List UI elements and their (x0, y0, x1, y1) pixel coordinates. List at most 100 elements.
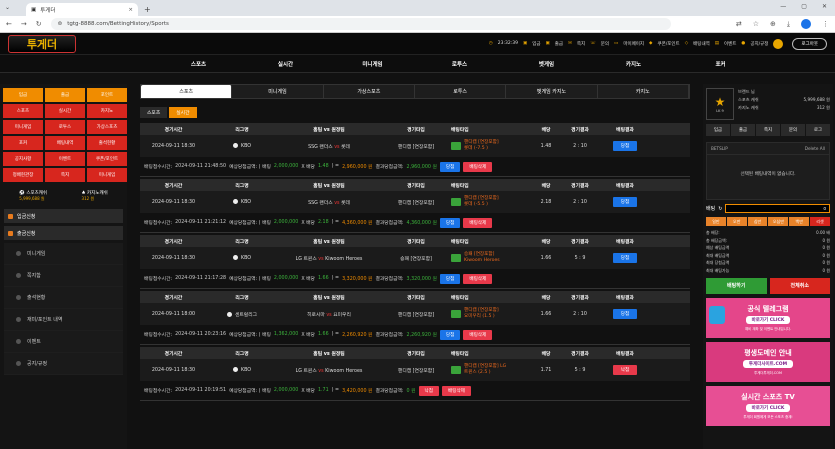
sidebar-item-rules[interactable]: 공지/규정 (4, 353, 123, 375)
downloads-icon[interactable]: ⤓ (787, 20, 790, 29)
withdraw-request-link[interactable]: 출금신청 (4, 226, 123, 240)
chip-10k[interactable]: 일만 (706, 217, 726, 226)
quick-live-button[interactable]: 실시간 (45, 104, 85, 118)
r-log-button[interactable]: 로그 (806, 124, 830, 136)
forward-icon[interactable]: → (21, 20, 27, 28)
quick-message-button[interactable]: 쪽지 (45, 168, 85, 182)
quick-minigame2-button[interactable]: 미니게임 (87, 168, 127, 182)
minimize-icon[interactable]: — (780, 3, 786, 10)
nav-live[interactable]: 실시간 (242, 60, 329, 68)
top-link-coupon[interactable]: 쿠폰/포인트 (657, 41, 679, 47)
summary-label: 최대 배팅가능 (706, 267, 730, 273)
chip-1m[interactable]: 백만 (789, 217, 810, 226)
quick-notice-button[interactable]: 공지사항 (3, 152, 43, 166)
nav-casino[interactable]: 카지노 (590, 60, 677, 68)
top-link-withdraw[interactable]: 출금 (555, 41, 563, 47)
delete-bet-button[interactable]: 배팅삭제 (442, 385, 471, 396)
sidebar-item-attendance[interactable]: 출석현황 (4, 287, 123, 309)
nav-poker[interactable]: 포커 (677, 60, 764, 68)
new-tab-icon[interactable]: + (144, 5, 151, 14)
chip-reset[interactable]: 리셋 (810, 217, 830, 226)
quick-coupon-button[interactable]: 쿠폰/포인트 (87, 152, 127, 166)
logout-button[interactable]: 로그아웃 (792, 37, 827, 50)
bet-score: 2 : 10 (573, 199, 587, 205)
chip-500k[interactable]: 오십만 (768, 217, 789, 226)
tab-sports[interactable]: 스포츠 (141, 85, 233, 98)
refresh-icon[interactable]: ↻ (718, 206, 722, 212)
extensions-icon[interactable]: ⊕ (770, 20, 776, 28)
sidebar-item-points[interactable]: 재미/포인트 내역 (4, 309, 123, 331)
profile-avatar[interactable] (801, 19, 811, 29)
delete-bet-button[interactable]: 배팅삭제 (463, 273, 493, 284)
chip-50k[interactable]: 오만 (726, 217, 747, 226)
window-close-icon[interactable]: ✕ (822, 3, 827, 10)
tab-casino[interactable]: 카지노 (598, 85, 689, 98)
sidebar-item-minigame[interactable]: 미니게임 (4, 243, 123, 265)
ad-domain[interactable]: 평생도메인 안내 투게더사이트.COM 투게더투게더.COM (706, 341, 830, 382)
r-withdraw-button[interactable]: 출금 (731, 124, 755, 136)
subtab-live[interactable]: 실시간 (169, 107, 197, 118)
r-inquiry-button[interactable]: 문의 (781, 124, 805, 136)
delete-bet-button[interactable]: 배팅삭제 (463, 217, 493, 228)
tab-virtual[interactable]: 가상스포츠 (324, 85, 415, 98)
close-tab-icon[interactable]: × (128, 7, 133, 13)
top-link-history[interactable]: 배팅내역 (693, 41, 710, 47)
quick-rules-button[interactable]: 정배현관장 (3, 168, 43, 182)
tab-lotus[interactable]: 로투스 (415, 85, 507, 98)
quick-virtual-button[interactable]: 가상스포츠 (87, 120, 127, 134)
nav-sports[interactable]: 스포츠 (155, 60, 242, 68)
quick-sports-button[interactable]: 스포츠 (3, 104, 43, 118)
nav-betgame[interactable]: 벳게임 (503, 60, 590, 68)
r-message-button[interactable]: 쪽지 (756, 124, 780, 136)
bookmark-icon[interactable]: ☆ (753, 20, 759, 28)
ad-telegram[interactable]: 공식 텔레그램 바로가기 CLICK 예비 계좌 및 이벤트 안내입니다. (706, 297, 830, 338)
address-bar[interactable]: ⊜ tgtg-8888.com/BettingHistory/Sports (50, 18, 671, 30)
nav-lotus[interactable]: 로투스 (416, 60, 503, 68)
top-link-notice[interactable]: 공지/규정 (750, 41, 768, 47)
top-link-message[interactable]: 쪽지 (577, 41, 585, 47)
tab-betgame-casino[interactable]: 벳게임 카지노 (506, 85, 598, 98)
delete-bet-button[interactable]: 배팅삭제 (463, 329, 493, 340)
event-icon: ▤ (714, 41, 719, 46)
chip-100k[interactable]: 십만 (747, 217, 768, 226)
delete-all-button[interactable]: Delete All (805, 146, 825, 151)
cancel-all-button[interactable]: 전체취소 (769, 277, 830, 294)
reload-icon[interactable]: ↻ (36, 20, 42, 28)
top-link-deposit[interactable]: 입금 (532, 41, 540, 47)
stake-input[interactable] (725, 204, 830, 213)
quick-lotus-button[interactable]: 로투스 (45, 120, 85, 134)
top-link-inquiry[interactable]: 문의 (601, 41, 609, 47)
browser-tab[interactable]: ▣ 투게더 × (26, 3, 138, 16)
sidebar-item-event[interactable]: 이벤트 (4, 331, 123, 353)
tab-minigame[interactable]: 미니게임 (232, 85, 324, 98)
site-logo[interactable]: 투게더 (8, 34, 76, 53)
place-bet-button[interactable]: 배팅하기 (706, 277, 767, 294)
quick-poker-button[interactable]: 포커 (3, 136, 43, 150)
translate-icon[interactable]: ⇄ (736, 20, 742, 28)
site-info-icon[interactable]: ⊜ (58, 21, 63, 27)
speaker-icon[interactable] (773, 38, 784, 49)
menu-icon[interactable]: ⋮ (822, 20, 829, 28)
quick-minigame-button[interactable]: 미니게임 (3, 120, 43, 134)
quick-deposit-button[interactable]: 입금 (3, 88, 43, 102)
r-deposit-button[interactable]: 입금 (706, 124, 730, 136)
sidebar-item-messages[interactable]: 쪽지함 (4, 265, 123, 287)
delete-bet-button[interactable]: 배팅삭제 (463, 161, 493, 172)
quick-withdraw-button[interactable]: 출금 (45, 88, 85, 102)
back-icon[interactable]: ← (6, 20, 12, 28)
quick-event-button[interactable]: 이벤트 (45, 152, 85, 166)
maximize-icon[interactable]: ▢ (801, 3, 807, 10)
quick-point-button[interactable]: 포인트 (87, 88, 127, 102)
subtab-sports[interactable]: 스포츠 (140, 107, 168, 118)
deposit-request-link[interactable]: 입금신청 (4, 209, 123, 223)
tab-dropdown-icon[interactable]: ⌄ (5, 4, 10, 11)
column-header: 경기시간 (164, 127, 183, 133)
quick-history-button[interactable]: 배팅내역 (45, 136, 85, 150)
username: 브랜드 님 (738, 89, 755, 94)
top-link-event[interactable]: 이벤트 (724, 41, 736, 47)
top-link-mypage[interactable]: 마이페이지 (623, 41, 644, 47)
nav-minigame[interactable]: 미니게임 (329, 60, 416, 68)
quick-attendance-button[interactable]: 출석현황 (87, 136, 127, 150)
ad-live-tv[interactable]: 실시간 스포츠 TV 바로가기 CLICK 투게더 회원에게 모든 스포츠 중계! (706, 385, 830, 426)
quick-casino-button[interactable]: 카지노 (87, 104, 127, 118)
